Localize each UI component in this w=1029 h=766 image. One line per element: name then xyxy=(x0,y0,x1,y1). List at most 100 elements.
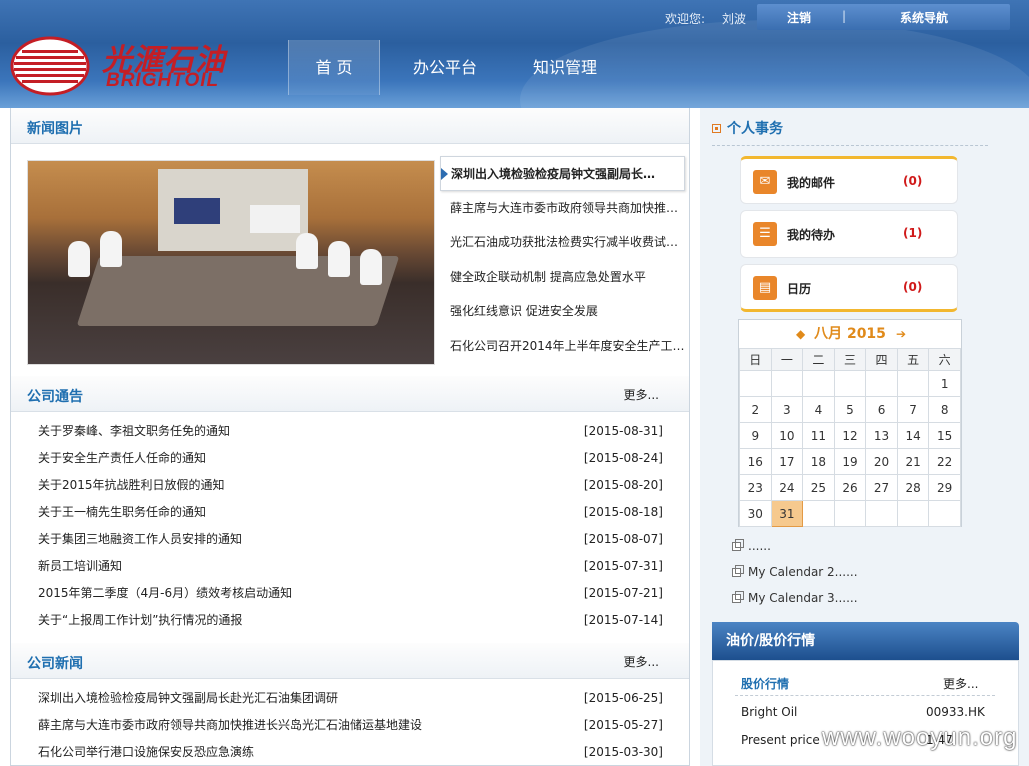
mail-card[interactable]: ✉ 我的邮件 (0) xyxy=(740,156,958,204)
logout-link[interactable]: 注销 xyxy=(787,9,811,26)
calendar-day[interactable]: 17 xyxy=(770,448,804,475)
calendar-day[interactable]: 14 xyxy=(896,422,930,449)
arrow-left-icon[interactable]: ◆ xyxy=(796,320,805,348)
calendar-link[interactable]: My Calendar 3...... xyxy=(730,585,858,611)
news-pics-title: 新闻图片 xyxy=(27,121,83,137)
notice-date: [2015-08-31] xyxy=(583,424,663,438)
news-headline[interactable]: 石化公司召开2014年上半年度安全生产工… xyxy=(440,329,685,364)
calendar-day[interactable]: 7 xyxy=(896,396,930,423)
calendar-card[interactable]: ▤ 日历 (0) xyxy=(740,264,958,312)
calendar-day[interactable]: 30 xyxy=(739,500,772,527)
news-row[interactable]: 深圳出入境检验检疫局钟文强副局长赴光汇石油集团调研 [2015-06-25] xyxy=(11,685,689,712)
calendar-day[interactable]: 18 xyxy=(802,448,835,475)
notice-row[interactable]: 关于2015年抗战胜利日放假的通知 [2015-08-20] xyxy=(11,472,689,499)
news-headline[interactable]: 强化红线意识 促进安全发展 xyxy=(440,294,685,329)
notice-title[interactable]: 新员工培训通知 xyxy=(38,553,122,580)
news-title[interactable]: 薛主席与大连市委市政府领导共商加快推进长兴岛光汇石油储运基地建设 xyxy=(38,712,422,739)
stock-title[interactable]: 股价行情 xyxy=(741,675,789,692)
calendar-day[interactable]: 10 xyxy=(770,422,804,449)
nav-knowledge-management[interactable]: 知识管理 xyxy=(533,40,597,95)
photo-person xyxy=(328,241,350,277)
photo-screen xyxy=(174,198,220,224)
calendar-day[interactable]: 9 xyxy=(739,422,772,449)
right-column: 个人事务 ✉ 我的邮件 (0) ☰ 我的待办 (1) ▤ 日历 (0) ◆ 八月… xyxy=(700,108,1029,766)
calendar-link[interactable]: My Calendar 2...... xyxy=(730,559,858,585)
todo-card[interactable]: ☰ 我的待办 (1) xyxy=(740,210,958,258)
arrow-right-icon[interactable]: ➔ xyxy=(896,320,906,348)
notice-date: [2015-08-18] xyxy=(583,505,663,519)
news-date: [2015-03-30] xyxy=(583,745,663,759)
system-nav-link[interactable]: 系统导航 xyxy=(900,9,948,26)
notice-title[interactable]: 关于集团三地融资工作人员安排的通知 xyxy=(38,526,242,553)
calendar-day[interactable]: 31 xyxy=(770,500,804,527)
calendar-empty-cell xyxy=(802,370,835,397)
notice-title[interactable]: 关于罗秦峰、李祖文职务任免的通知 xyxy=(38,418,230,445)
notice-row[interactable]: 新员工培训通知 [2015-07-31] xyxy=(11,553,689,580)
square-bullet-icon xyxy=(712,124,721,133)
news-row[interactable]: 薛主席与大连市委市政府领导共商加快推进长兴岛光汇石油储运基地建设 [2015-05… xyxy=(11,712,689,739)
news-headline[interactable]: 健全政企联动机制 提高应急处置水平 xyxy=(440,260,685,295)
calendar-day[interactable]: 24 xyxy=(770,474,804,501)
calendar-day[interactable]: 26 xyxy=(833,474,867,501)
nav-office-platform[interactable]: 办公平台 xyxy=(413,40,477,95)
logo[interactable]: 光滙石油 BRIGHTOIL xyxy=(10,33,240,98)
notice-title[interactable]: 关于2015年抗战胜利日放假的通知 xyxy=(38,472,225,499)
notice-title[interactable]: 关于王一楠先生职务任命的通知 xyxy=(38,499,206,526)
calendar-day[interactable]: 20 xyxy=(865,448,898,475)
notices-more-link[interactable]: 更多... xyxy=(624,386,659,403)
calendar-day[interactable]: 11 xyxy=(802,422,835,449)
calendar-day[interactable]: 2 xyxy=(739,396,772,423)
top-buttons: 注销 | 系统导航 xyxy=(757,4,1010,30)
calendar-empty-cell xyxy=(865,500,898,527)
notice-title[interactable]: 关于安全生产责任人任命的通知 xyxy=(38,445,206,472)
news-date: [2015-06-25] xyxy=(583,691,663,705)
calendar-day[interactable]: 15 xyxy=(928,422,961,449)
news-row[interactable]: 石化公司举行港口设施保安反恐应急演练 [2015-03-30] xyxy=(11,739,689,766)
calendar-day[interactable]: 22 xyxy=(928,448,961,475)
calendar-day[interactable]: 4 xyxy=(802,396,835,423)
calendar-header: ◆ 八月 2015 ➔ xyxy=(739,320,961,348)
calendar-empty-cell xyxy=(896,500,930,527)
checklist-icon: ☰ xyxy=(753,222,777,246)
notice-row[interactable]: 关于安全生产责任人任命的通知 [2015-08-24] xyxy=(11,445,689,472)
notice-row[interactable]: 关于王一楠先生职务任命的通知 [2015-08-18] xyxy=(11,499,689,526)
calendar-day[interactable]: 16 xyxy=(739,448,772,475)
stock-more-link[interactable]: 更多... xyxy=(943,675,978,692)
calendar-day[interactable]: 28 xyxy=(896,474,930,501)
calendar-day[interactable]: 23 xyxy=(739,474,772,501)
calendar-link[interactable]: ...... xyxy=(730,533,858,559)
news-photo[interactable] xyxy=(27,160,435,365)
company-news-more-link[interactable]: 更多... xyxy=(624,653,659,670)
calendar-day[interactable]: 8 xyxy=(928,396,961,423)
photo-person xyxy=(360,249,382,285)
calendar-day[interactable]: 21 xyxy=(896,448,930,475)
calendar-week: 23 24 25 26 27 28 29 xyxy=(739,474,961,501)
notice-row[interactable]: 2015年第二季度（4月-6月）绩效考核启动通知 [2015-07-21] xyxy=(11,580,689,607)
notice-row[interactable]: 关于“上报周工作计划”执行情况的通报 [2015-07-14] xyxy=(11,607,689,634)
news-headline[interactable]: 深圳出入境检验检疫局钟文强副局长… xyxy=(440,156,685,191)
calendar-day[interactable]: 5 xyxy=(833,396,867,423)
calendar-day[interactable]: 25 xyxy=(802,474,835,501)
calendar-day[interactable]: 19 xyxy=(833,448,867,475)
calendar-day[interactable]: 3 xyxy=(770,396,804,423)
notice-title[interactable]: 关于“上报周工作计划”执行情况的通报 xyxy=(38,607,242,634)
news-headline[interactable]: 薛主席与大连市委市政府领导共商加快推… xyxy=(440,191,685,226)
calendar-day[interactable]: 6 xyxy=(865,396,898,423)
calendar-day[interactable]: 29 xyxy=(928,474,961,501)
news-headline[interactable]: 光汇石油成功获批法检费实行减半收费试… xyxy=(440,225,685,260)
calendar-day[interactable]: 1 xyxy=(928,370,961,397)
news-title[interactable]: 深圳出入境检验检疫局钟文强副局长赴光汇石油集团调研 xyxy=(38,685,338,712)
nav-home[interactable]: 首 页 xyxy=(288,40,380,95)
notice-date: [2015-08-07] xyxy=(583,532,663,546)
news-title[interactable]: 石化公司举行港口设施保安反恐应急演练 xyxy=(38,739,254,766)
weekday-label: 五 xyxy=(896,348,930,371)
news-headline-list: 深圳出入境检验检疫局钟文强副局长… 薛主席与大连市委市政府领导共商加快推… 光汇… xyxy=(440,156,685,364)
calendar-day[interactable]: 13 xyxy=(865,422,898,449)
calendar-day[interactable]: 12 xyxy=(833,422,867,449)
calendar-empty-cell xyxy=(896,370,930,397)
calendar-day[interactable]: 27 xyxy=(865,474,898,501)
notice-row[interactable]: 关于集团三地融资工作人员安排的通知 [2015-08-07] xyxy=(11,526,689,553)
notice-row[interactable]: 关于罗秦峰、李祖文职务任免的通知 [2015-08-31] xyxy=(11,418,689,445)
notice-title[interactable]: 2015年第二季度（4月-6月）绩效考核启动通知 xyxy=(38,580,292,607)
notice-date: [2015-08-24] xyxy=(583,451,663,465)
